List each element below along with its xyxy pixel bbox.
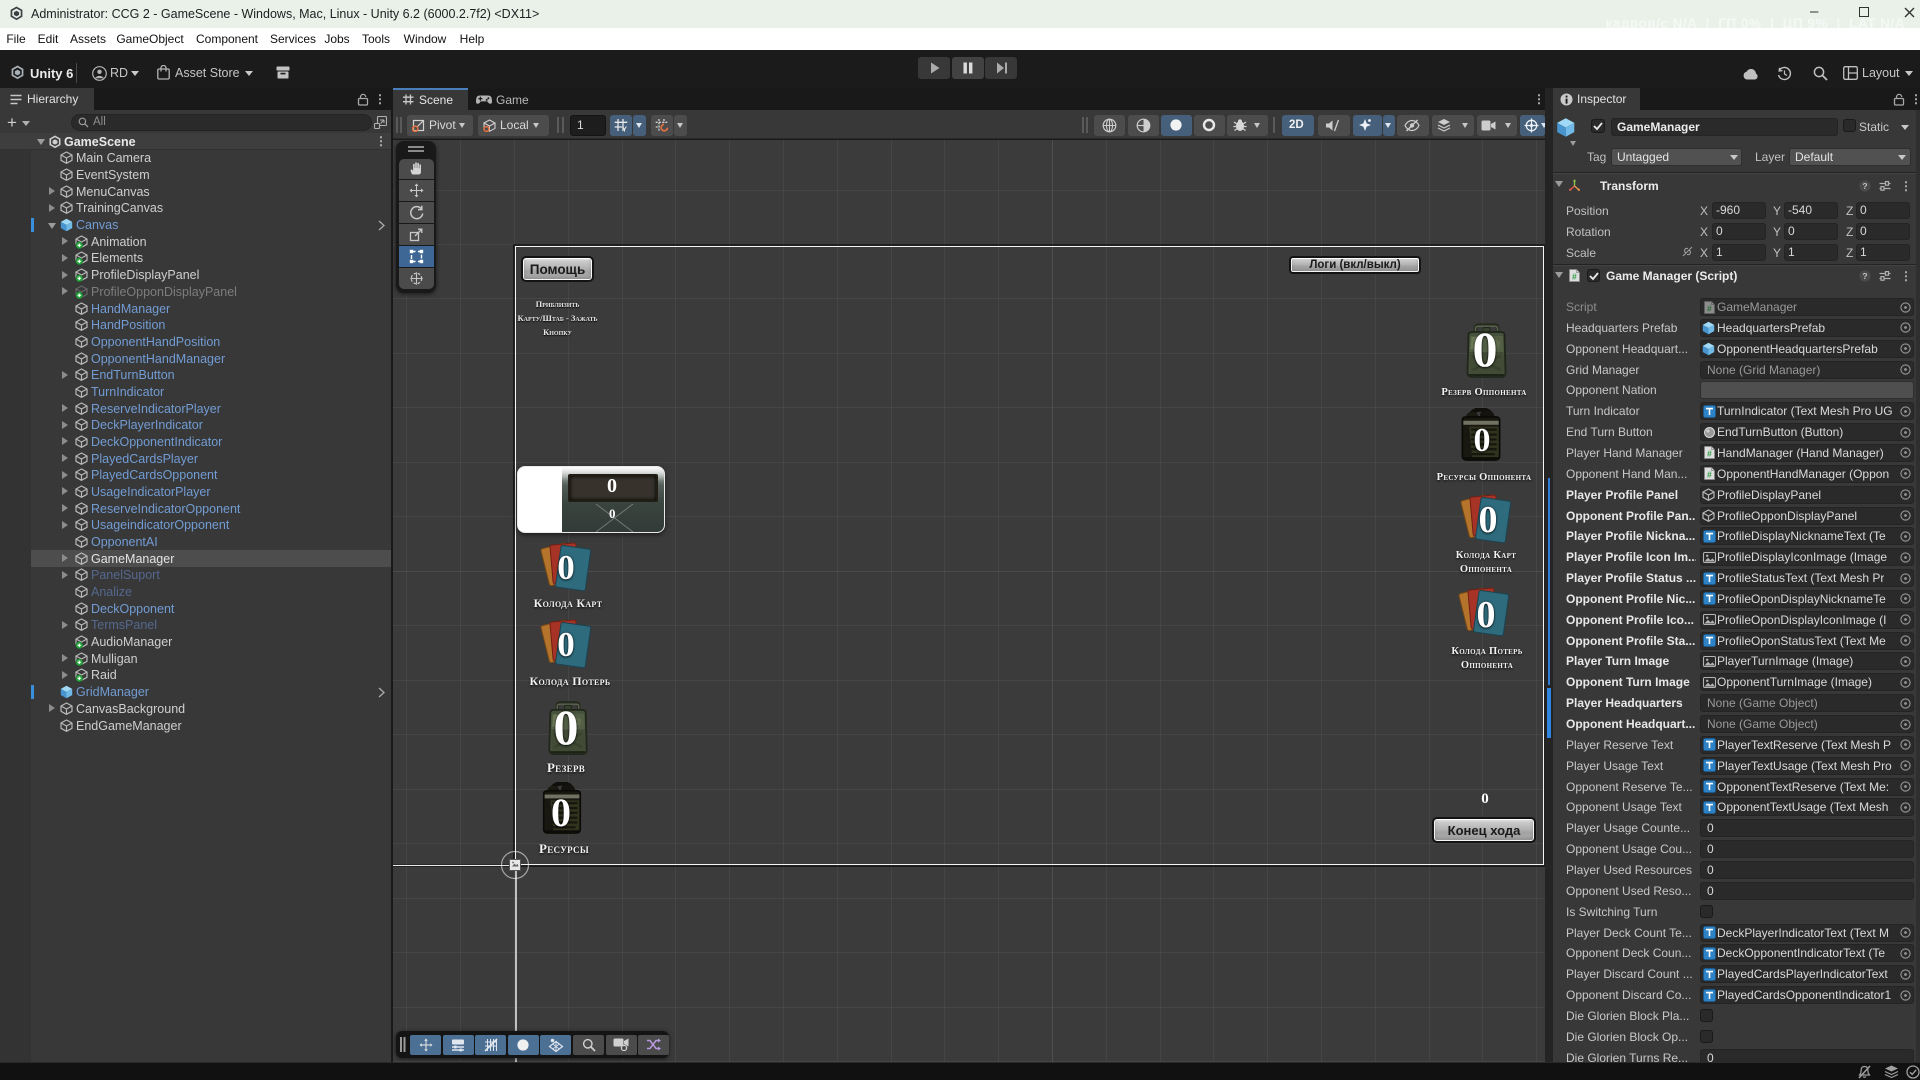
- svg-text:?: ?: [1862, 181, 1867, 191]
- svg-text:#: #: [1707, 303, 1712, 313]
- svg-text:#: #: [1707, 470, 1712, 480]
- svg-text:?: ?: [1862, 271, 1867, 281]
- svg-text:#: #: [1572, 272, 1577, 282]
- svg-text:Y: Y: [622, 125, 627, 133]
- svg-text:#: #: [1707, 449, 1712, 459]
